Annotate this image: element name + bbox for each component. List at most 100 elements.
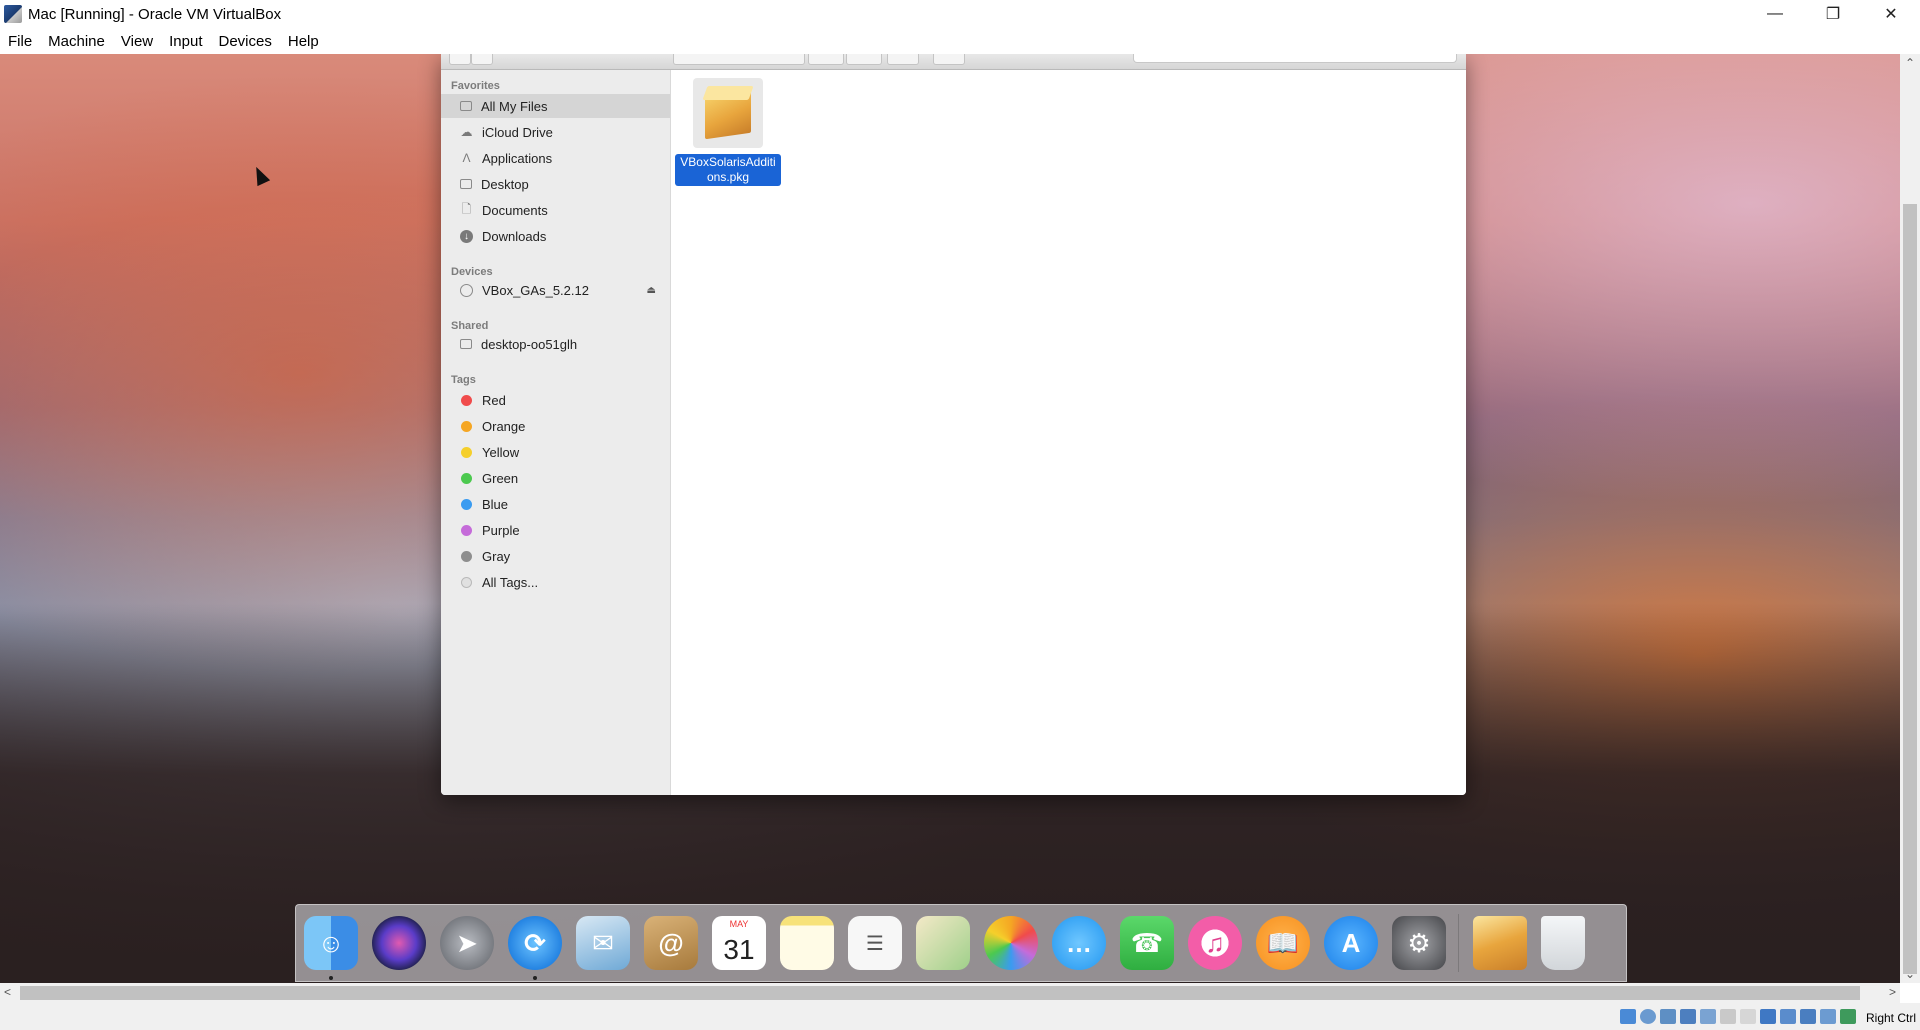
scroll-right-arrow-icon[interactable]: > [1889, 985, 1896, 999]
finder-window: Favorites All My Files ☁ iCloud Drive Λ … [441, 54, 1466, 795]
trash-icon[interactable] [1541, 916, 1585, 970]
menu-help[interactable]: Help [280, 33, 327, 50]
keyboard-icon[interactable] [1840, 1009, 1856, 1024]
sidebar-item-label: Green [482, 470, 519, 486]
menu-devices[interactable]: Devices [211, 33, 280, 50]
sidebar-item-tag-gray[interactable]: Gray [441, 544, 670, 568]
facetime-icon[interactable]: ☎ [1120, 916, 1174, 970]
scroll-left-arrow-icon[interactable]: < [4, 985, 11, 999]
applications-icon: Λ [462, 151, 471, 165]
contacts-icon[interactable]: @ [644, 916, 698, 970]
sidebar-item-tag-red[interactable]: Red [441, 388, 670, 412]
sidebar-item-label: Orange [482, 418, 526, 434]
menu-file[interactable]: File [0, 33, 40, 50]
horizontal-scroll-thumb[interactable] [20, 986, 1860, 1000]
sidebar-item-icloud-drive[interactable]: ☁ iCloud Drive [441, 120, 670, 144]
shared-folders-icon[interactable] [1720, 1009, 1736, 1024]
green-tag-icon [461, 472, 472, 484]
ibooks-icon[interactable]: 📖 [1256, 916, 1310, 970]
calendar-icon[interactable]: MAY 31 [712, 916, 766, 970]
orange-tag-icon [461, 420, 472, 432]
sidebar-item-desktop[interactable]: Desktop [441, 172, 670, 196]
host-key-label: Right Ctrl [1865, 1011, 1916, 1025]
sidebar-item-label: Desktop [481, 176, 529, 192]
rocket-icon[interactable]: ➤ [440, 916, 494, 970]
menu-machine[interactable]: Machine [40, 33, 113, 50]
package-icon[interactable] [1473, 916, 1527, 970]
all-files-icon [460, 101, 472, 111]
messages-icon[interactable]: … [1052, 916, 1106, 970]
close-button[interactable]: ✕ [1862, 0, 1920, 28]
sidebar-item-vbox-gas[interactable]: VBox_GAs_5.2.12 ⏏ [441, 278, 670, 302]
sidebar-item-label: Red [482, 392, 506, 408]
menu-view[interactable]: View [113, 33, 161, 50]
sidebar-item-all-my-files[interactable]: All My Files [441, 94, 670, 118]
itunes-icon[interactable]: ♫ [1188, 916, 1242, 970]
virtualization-icon[interactable] [1780, 1009, 1796, 1024]
sidebar-item-label: All Tags... [482, 574, 539, 590]
scroll-up-arrow-icon[interactable]: ⌃ [1905, 56, 1915, 70]
download-icon: ↓ [459, 229, 474, 243]
action-button[interactable] [846, 54, 882, 65]
finder-content-area[interactable]: VBoxSolarisAdditions.pkg [671, 70, 1466, 795]
hard-disk-icon[interactable] [1620, 1009, 1636, 1024]
computer-icon [460, 339, 472, 349]
sidebar-item-applications[interactable]: Λ Applications [441, 146, 670, 170]
sidebar-item-label: Documents [482, 202, 548, 218]
sidebar-item-tag-orange[interactable]: Orange [441, 414, 670, 438]
desktop-icon [460, 179, 472, 189]
sidebar-item-label: All My Files [481, 98, 548, 114]
siri-icon[interactable] [372, 916, 426, 970]
sidebar-item-tag-purple[interactable]: Purple [441, 518, 670, 542]
sidebar-item-desktop-oo51glh[interactable]: desktop-oo51glh [441, 332, 670, 356]
forward-button[interactable] [471, 54, 493, 65]
tags-button[interactable] [933, 54, 965, 65]
sidebar-item-label: iCloud Drive [482, 124, 553, 140]
eagle-icon[interactable]: ✉ [576, 916, 630, 970]
search-input[interactable] [1133, 54, 1457, 63]
share-button[interactable] [887, 54, 919, 65]
back-button[interactable] [449, 54, 471, 65]
restore-button[interactable]: ❐ [1804, 0, 1862, 28]
network-icon[interactable] [1680, 1009, 1696, 1024]
minimize-button[interactable]: — [1746, 0, 1804, 28]
appstore-icon[interactable]: A [1324, 916, 1378, 970]
menu-input[interactable]: Input [161, 33, 210, 50]
vertical-scroll-thumb[interactable] [1903, 204, 1917, 974]
sidebar-item-tag-green[interactable]: Green [441, 466, 670, 490]
vertical-scrollbar[interactable]: ⌃ ⌄ [1900, 54, 1920, 983]
compass-icon[interactable]: ⟳ [508, 916, 562, 980]
sidebar-item-downloads[interactable]: ↓ Downloads [441, 224, 670, 248]
mouse-integration-icon[interactable] [1820, 1009, 1836, 1024]
display-icon[interactable] [1740, 1009, 1756, 1024]
horizontal-scrollbar[interactable]: < > [0, 983, 1900, 1003]
eject-icon[interactable]: ⏏ [647, 285, 656, 296]
window-title: Mac [Running] - Oracle VM VirtualBox [28, 5, 282, 23]
sidebar-item-documents[interactable]: 🗋 Documents [441, 198, 670, 222]
reminders-icon[interactable]: ☰ [848, 916, 902, 970]
sidebar-item-tag-blue[interactable]: Blue [441, 492, 670, 516]
sidebar-item-label: Downloads [482, 228, 547, 244]
notes-icon[interactable] [780, 916, 834, 970]
gear-icon[interactable]: ⚙ [1392, 916, 1446, 970]
audio-icon[interactable] [1660, 1009, 1676, 1024]
host-title-bar: Mac [Running] - Oracle VM VirtualBox — ❐… [0, 0, 1920, 28]
finder-icon[interactable]: ☺ [304, 916, 358, 980]
usb-icon[interactable] [1700, 1009, 1716, 1024]
photos-icon[interactable] [984, 916, 1038, 970]
cpu-icon[interactable] [1800, 1009, 1816, 1024]
view-mode-buttons[interactable] [673, 54, 805, 65]
arrange-button[interactable] [808, 54, 844, 65]
maps-icon[interactable] [916, 916, 970, 970]
sidebar-item-label: Gray [482, 548, 511, 564]
video-capture-icon[interactable] [1760, 1009, 1776, 1024]
virtualbox-logo-icon [4, 5, 22, 23]
finder-sidebar: Favorites All My Files ☁ iCloud Drive Λ … [441, 70, 671, 795]
scroll-down-arrow-icon[interactable]: ⌄ [1905, 967, 1915, 981]
optical-drive-icon[interactable] [1640, 1009, 1656, 1024]
guest-display[interactable]: Favorites All My Files ☁ iCloud Drive Λ … [0, 54, 1900, 983]
sidebar-item-all-tags[interactable]: All Tags... [441, 570, 670, 594]
cloud-icon: ☁ [460, 125, 473, 139]
sidebar-item-tag-yellow[interactable]: Yellow [441, 440, 670, 464]
file-item[interactable]: VBoxSolarisAdditions.pkg [673, 78, 783, 186]
